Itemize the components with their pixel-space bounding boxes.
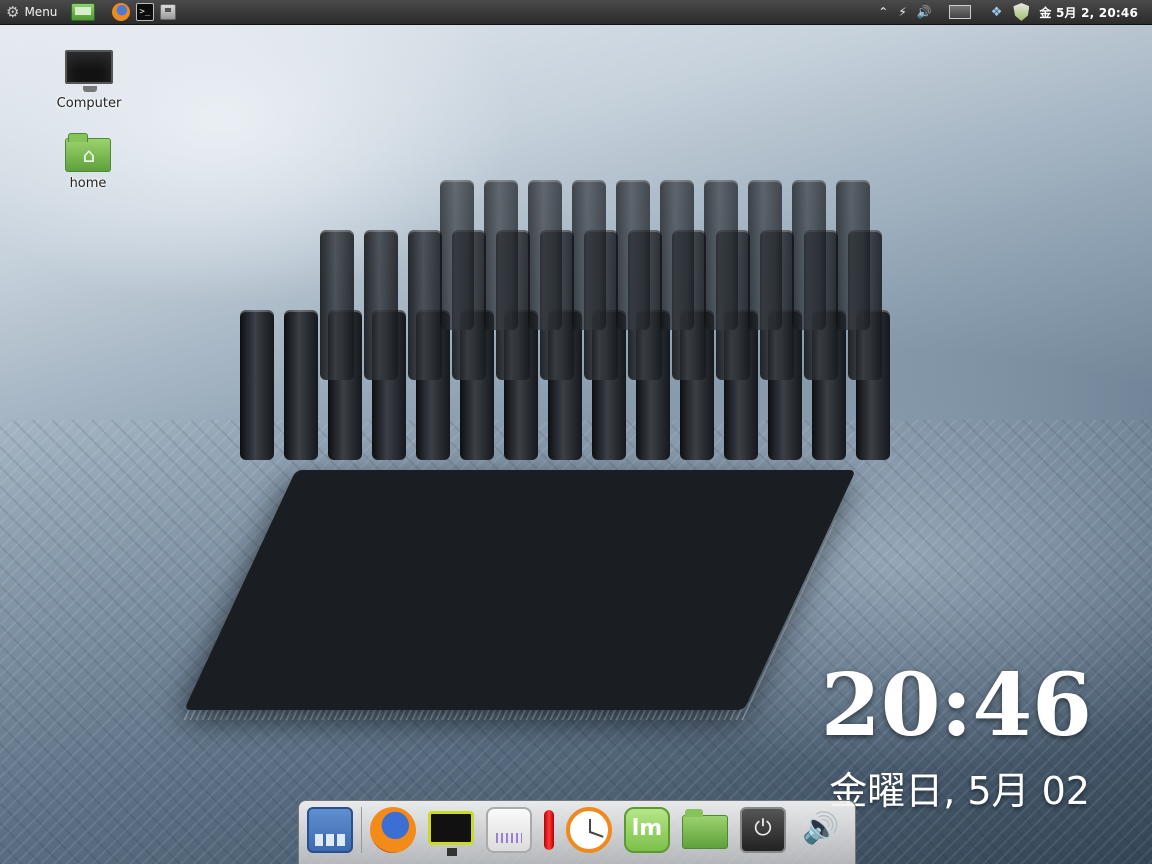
firefox-launcher-icon[interactable] [112,3,131,21]
dropbox-icon[interactable]: ❖ [991,6,1003,19]
system-load-icon[interactable] [486,807,532,853]
monitor-icon [65,50,113,92]
chevron-up-icon[interactable]: ⌃ [878,6,888,18]
file-manager-launcher-icon[interactable] [160,4,177,20]
clock-icon[interactable] [566,807,612,853]
menu-button[interactable]: ⚙ Menu [0,0,63,25]
linux-mint-icon[interactable]: lm [624,807,670,853]
home-folder-icon: ⌂ [65,133,111,172]
top-panel: ⚙ Menu >_ ⌃ ⚡ 🔊 ❖ 金 5月 2, 20:46 [0,0,1152,25]
desklet-date: 金曜日, 5月 02 [829,769,1090,813]
volume-icon[interactable]: 🔊 [917,6,932,18]
firefox-icon[interactable] [370,807,416,853]
network-icon[interactable]: ⚡ [898,6,906,18]
menu-label: Menu [24,5,58,19]
terminal-launcher-icon[interactable]: >_ [136,3,155,21]
power-icon[interactable]: ⏻ [740,807,786,853]
dock-separator [361,807,362,853]
shield-icon[interactable] [1013,3,1030,21]
volume-dock-icon[interactable]: 🔊 [798,807,844,853]
display-icon[interactable] [948,5,971,19]
system-monitor-icon[interactable] [428,811,474,856]
show-desktop-launcher-icon[interactable] [71,3,96,21]
show-desktop-icon[interactable] [307,807,353,853]
panel-clock[interactable]: 金 5月 2, 20:46 [1039,4,1138,21]
temperature-icon[interactable] [544,810,554,850]
gear-icon: ⚙ [6,2,20,21]
desktop-icon-label: Computer [56,96,122,111]
system-tray: ⌃ ⚡ 🔊 ❖ 金 5月 2, 20:46 [873,0,1152,25]
desklet-time: 20:46 [820,655,1092,756]
house-icon: ⌂ [82,143,96,167]
wallpaper-heatsink [200,180,970,610]
folder-icon[interactable] [682,809,728,849]
dock: lm ⏻ 🔊 [298,800,856,864]
desktop-icon-label: home [69,176,107,191]
desktop-icon-computer[interactable]: Computer [44,50,134,111]
desktop-icon-home[interactable]: ⌂ home [43,133,133,191]
